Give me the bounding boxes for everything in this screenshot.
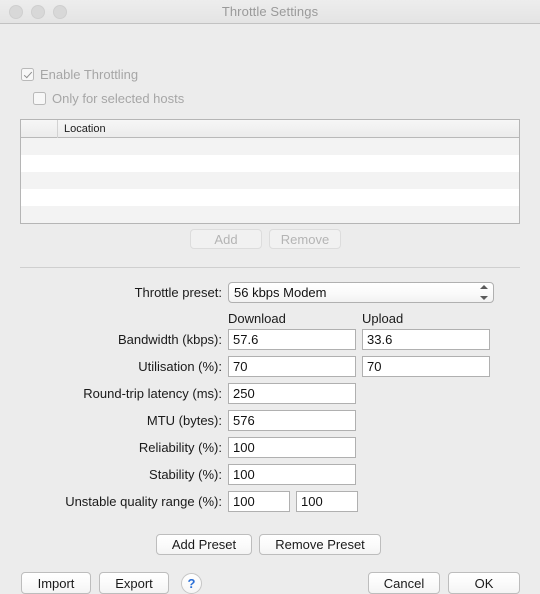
latency-label: Round-trip latency (ms):: [83, 386, 222, 401]
reliability-input[interactable]: [228, 437, 356, 458]
unstable-quality-range-row: Unstable quality range (%):: [0, 491, 540, 512]
reliability-label: Reliability (%):: [138, 440, 222, 455]
enable-throttling-row[interactable]: Enable Throttling: [21, 67, 138, 82]
table-row[interactable]: [21, 172, 519, 189]
only-selected-hosts-row[interactable]: Only for selected hosts: [33, 91, 184, 106]
mtu-input[interactable]: [228, 410, 356, 431]
bandwidth-label: Bandwidth (kbps):: [117, 332, 222, 347]
bandwidth-download-input[interactable]: [228, 329, 356, 350]
mtu-row: MTU (bytes):: [0, 410, 540, 431]
help-icon[interactable]: ?: [181, 572, 202, 594]
throttle-preset-label: Throttle preset:: [134, 285, 222, 300]
bandwidth-row: Bandwidth (kbps):: [0, 329, 540, 350]
enable-throttling-label: Enable Throttling: [40, 67, 139, 82]
title-bar: Throttle Settings: [0, 0, 540, 24]
remove-preset-button[interactable]: Remove Preset: [259, 534, 381, 555]
throttle-form: Throttle preset: 56 kbps Modem Download …: [0, 282, 540, 518]
add-host-button[interactable]: Add: [190, 229, 262, 249]
add-preset-button[interactable]: Add Preset: [156, 534, 252, 555]
hosts-table[interactable]: Location: [20, 119, 520, 224]
remove-host-button[interactable]: Remove: [269, 229, 341, 249]
zoom-button[interactable]: [53, 4, 67, 19]
stability-label: Stability (%):: [149, 467, 222, 482]
utilisation-label: Utilisation (%):: [138, 359, 222, 374]
utilisation-row: Utilisation (%):: [0, 356, 540, 377]
minimize-button[interactable]: [31, 4, 45, 19]
footer-left-group: Import Export ?: [21, 572, 202, 594]
hosts-table-gutter-column: [21, 120, 58, 138]
dialog-footer: Import Export ? Cancel OK: [0, 572, 540, 594]
latency-input[interactable]: [228, 383, 356, 404]
table-row[interactable]: [21, 189, 519, 206]
traffic-lights: [9, 0, 67, 23]
utilisation-download-input[interactable]: [228, 356, 356, 377]
column-header-upload: Upload: [362, 310, 404, 326]
reliability-row: Reliability (%):: [0, 437, 540, 458]
hosts-table-header: Location: [21, 120, 519, 138]
throttle-preset-select-wrap[interactable]: 56 kbps Modem: [228, 282, 494, 303]
only-selected-hosts-checkbox[interactable]: [33, 92, 46, 105]
column-headers-row: Download Upload: [0, 309, 540, 327]
unstable-quality-range-max-input[interactable]: [296, 491, 358, 512]
hosts-table-body[interactable]: [21, 138, 519, 223]
preset-buttons-row: Add Preset Remove Preset: [156, 534, 381, 555]
ok-button[interactable]: OK: [448, 572, 520, 594]
unstable-quality-range-min-input[interactable]: [228, 491, 290, 512]
table-row[interactable]: [21, 155, 519, 172]
only-selected-hosts-label: Only for selected hosts: [52, 91, 185, 106]
host-buttons-row: Add Remove: [190, 229, 341, 249]
column-header-download: Download: [228, 310, 286, 326]
throttle-preset-row: Throttle preset: 56 kbps Modem: [0, 282, 540, 303]
window-title: Throttle Settings: [221, 4, 319, 19]
utilisation-upload-input[interactable]: [362, 356, 490, 377]
table-row[interactable]: [21, 138, 519, 155]
latency-row: Round-trip latency (ms):: [0, 383, 540, 404]
hosts-table-column-location[interactable]: Location: [58, 123, 519, 135]
enable-throttling-checkbox[interactable]: [21, 68, 34, 81]
bandwidth-upload-input[interactable]: [362, 329, 490, 350]
mtu-label: MTU (bytes):: [146, 413, 222, 428]
cancel-button[interactable]: Cancel: [368, 572, 440, 594]
stability-row: Stability (%):: [0, 464, 540, 485]
throttle-preset-select[interactable]: 56 kbps Modem: [228, 282, 494, 303]
import-button[interactable]: Import: [21, 572, 91, 594]
footer-right-group: Cancel OK: [368, 572, 520, 594]
unstable-quality-range-label: Unstable quality range (%):: [65, 494, 222, 509]
stability-input[interactable]: [228, 464, 356, 485]
chevron-updown-icon[interactable]: [479, 285, 488, 300]
export-button[interactable]: Export: [99, 572, 169, 594]
close-button[interactable]: [9, 4, 23, 19]
throttle-settings-window: Throttle Settings Enable Throttling Only…: [0, 0, 540, 594]
dialog-body: Enable Throttling Only for selected host…: [0, 24, 540, 594]
section-divider: [20, 267, 520, 268]
table-row[interactable]: [21, 206, 519, 223]
